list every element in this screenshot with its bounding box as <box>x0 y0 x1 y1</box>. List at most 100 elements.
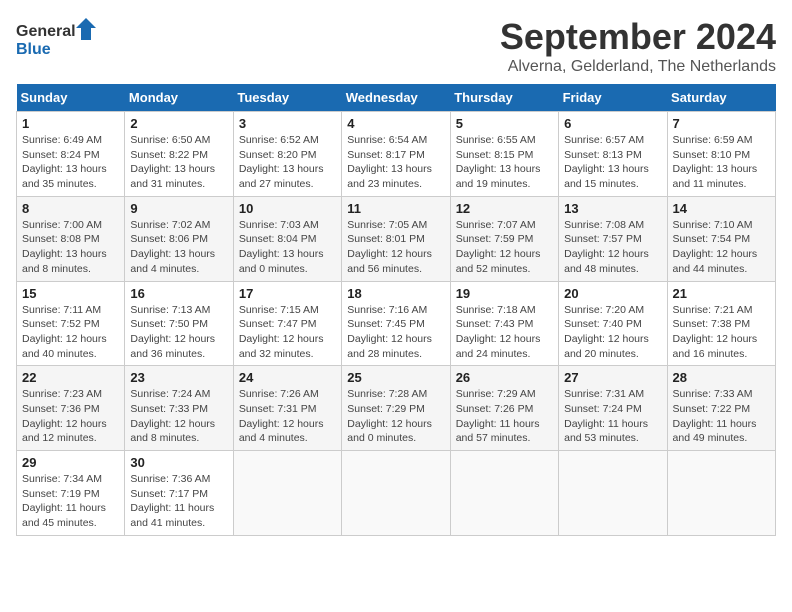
day-info: Sunrise: 7:20 AMSunset: 7:40 PMDaylight:… <box>564 303 661 362</box>
week-row-4: 22 Sunrise: 7:23 AMSunset: 7:36 PMDaylig… <box>17 366 776 451</box>
cell-sep13: 13 Sunrise: 7:08 AMSunset: 7:57 PMDaylig… <box>559 196 667 281</box>
day-number: 11 <box>347 201 444 216</box>
cell-sep28: 28 Sunrise: 7:33 AMSunset: 7:22 PMDaylig… <box>667 366 775 451</box>
day-number: 21 <box>673 286 770 301</box>
day-info: Sunrise: 6:59 AMSunset: 8:10 PMDaylight:… <box>673 133 770 192</box>
cell-sep30: 30 Sunrise: 7:36 AMSunset: 7:17 PMDaylig… <box>125 451 233 536</box>
day-info: Sunrise: 7:34 AMSunset: 7:19 PMDaylight:… <box>22 472 119 531</box>
day-info: Sunrise: 7:02 AMSunset: 8:06 PMDaylight:… <box>130 218 227 277</box>
cell-sep12: 12 Sunrise: 7:07 AMSunset: 7:59 PMDaylig… <box>450 196 558 281</box>
month-title: September 2024 <box>500 16 776 58</box>
day-number: 19 <box>456 286 553 301</box>
week-row-2: 8 Sunrise: 7:00 AMSunset: 8:08 PMDayligh… <box>17 196 776 281</box>
cell-sep1: 1 Sunrise: 6:49 AMSunset: 8:24 PMDayligh… <box>17 112 125 197</box>
day-number: 26 <box>456 370 553 385</box>
cell-sep14: 14 Sunrise: 7:10 AMSunset: 7:54 PMDaylig… <box>667 196 775 281</box>
cell-sep21: 21 Sunrise: 7:21 AMSunset: 7:38 PMDaylig… <box>667 281 775 366</box>
cell-sep22: 22 Sunrise: 7:23 AMSunset: 7:36 PMDaylig… <box>17 366 125 451</box>
day-number: 13 <box>564 201 661 216</box>
day-info: Sunrise: 7:10 AMSunset: 7:54 PMDaylight:… <box>673 218 770 277</box>
day-info: Sunrise: 7:07 AMSunset: 7:59 PMDaylight:… <box>456 218 553 277</box>
day-info: Sunrise: 7:31 AMSunset: 7:24 PMDaylight:… <box>564 387 661 446</box>
cell-sep8: 8 Sunrise: 7:00 AMSunset: 8:08 PMDayligh… <box>17 196 125 281</box>
header-wednesday: Wednesday <box>342 84 450 112</box>
cell-sep26: 26 Sunrise: 7:29 AMSunset: 7:26 PMDaylig… <box>450 366 558 451</box>
day-number: 4 <box>347 116 444 131</box>
day-number: 1 <box>22 116 119 131</box>
day-info: Sunrise: 6:57 AMSunset: 8:13 PMDaylight:… <box>564 133 661 192</box>
location-subtitle: Alverna, Gelderland, The Netherlands <box>500 58 776 76</box>
cell-sep20: 20 Sunrise: 7:20 AMSunset: 7:40 PMDaylig… <box>559 281 667 366</box>
empty-cell <box>450 451 558 536</box>
day-info: Sunrise: 7:18 AMSunset: 7:43 PMDaylight:… <box>456 303 553 362</box>
day-number: 28 <box>673 370 770 385</box>
calendar-table: Sunday Monday Tuesday Wednesday Thursday… <box>16 84 776 536</box>
day-info: Sunrise: 7:13 AMSunset: 7:50 PMDaylight:… <box>130 303 227 362</box>
day-info: Sunrise: 7:33 AMSunset: 7:22 PMDaylight:… <box>673 387 770 446</box>
day-info: Sunrise: 7:05 AMSunset: 8:01 PMDaylight:… <box>347 218 444 277</box>
cell-sep4: 4 Sunrise: 6:54 AMSunset: 8:17 PMDayligh… <box>342 112 450 197</box>
header-thursday: Thursday <box>450 84 558 112</box>
day-info: Sunrise: 7:29 AMSunset: 7:26 PMDaylight:… <box>456 387 553 446</box>
header-tuesday: Tuesday <box>233 84 341 112</box>
cell-sep17: 17 Sunrise: 7:15 AMSunset: 7:47 PMDaylig… <box>233 281 341 366</box>
day-info: Sunrise: 7:08 AMSunset: 7:57 PMDaylight:… <box>564 218 661 277</box>
cell-sep11: 11 Sunrise: 7:05 AMSunset: 8:01 PMDaylig… <box>342 196 450 281</box>
cell-sep29: 29 Sunrise: 7:34 AMSunset: 7:19 PMDaylig… <box>17 451 125 536</box>
day-info: Sunrise: 6:50 AMSunset: 8:22 PMDaylight:… <box>130 133 227 192</box>
day-info: Sunrise: 6:54 AMSunset: 8:17 PMDaylight:… <box>347 133 444 192</box>
day-number: 16 <box>130 286 227 301</box>
day-number: 10 <box>239 201 336 216</box>
weekday-header-row: Sunday Monday Tuesday Wednesday Thursday… <box>17 84 776 112</box>
day-number: 14 <box>673 201 770 216</box>
day-info: Sunrise: 6:49 AMSunset: 8:24 PMDaylight:… <box>22 133 119 192</box>
cell-sep18: 18 Sunrise: 7:16 AMSunset: 7:45 PMDaylig… <box>342 281 450 366</box>
day-number: 25 <box>347 370 444 385</box>
day-number: 27 <box>564 370 661 385</box>
day-info: Sunrise: 7:36 AMSunset: 7:17 PMDaylight:… <box>130 472 227 531</box>
day-info: Sunrise: 7:00 AMSunset: 8:08 PMDaylight:… <box>22 218 119 277</box>
day-number: 7 <box>673 116 770 131</box>
day-info: Sunrise: 6:55 AMSunset: 8:15 PMDaylight:… <box>456 133 553 192</box>
cell-sep5: 5 Sunrise: 6:55 AMSunset: 8:15 PMDayligh… <box>450 112 558 197</box>
day-info: Sunrise: 7:23 AMSunset: 7:36 PMDaylight:… <box>22 387 119 446</box>
cell-sep10: 10 Sunrise: 7:03 AMSunset: 8:04 PMDaylig… <box>233 196 341 281</box>
day-number: 24 <box>239 370 336 385</box>
empty-cell <box>233 451 341 536</box>
day-number: 8 <box>22 201 119 216</box>
week-row-3: 15 Sunrise: 7:11 AMSunset: 7:52 PMDaylig… <box>17 281 776 366</box>
header-saturday: Saturday <box>667 84 775 112</box>
day-info: Sunrise: 7:03 AMSunset: 8:04 PMDaylight:… <box>239 218 336 277</box>
day-number: 3 <box>239 116 336 131</box>
cell-sep6: 6 Sunrise: 6:57 AMSunset: 8:13 PMDayligh… <box>559 112 667 197</box>
cell-sep2: 2 Sunrise: 6:50 AMSunset: 8:22 PMDayligh… <box>125 112 233 197</box>
header-sunday: Sunday <box>17 84 125 112</box>
cell-sep24: 24 Sunrise: 7:26 AMSunset: 7:31 PMDaylig… <box>233 366 341 451</box>
day-info: Sunrise: 7:16 AMSunset: 7:45 PMDaylight:… <box>347 303 444 362</box>
day-number: 29 <box>22 455 119 470</box>
day-number: 12 <box>456 201 553 216</box>
day-number: 20 <box>564 286 661 301</box>
empty-cell <box>342 451 450 536</box>
day-info: Sunrise: 7:24 AMSunset: 7:33 PMDaylight:… <box>130 387 227 446</box>
day-number: 18 <box>347 286 444 301</box>
day-info: Sunrise: 7:28 AMSunset: 7:29 PMDaylight:… <box>347 387 444 446</box>
cell-sep23: 23 Sunrise: 7:24 AMSunset: 7:33 PMDaylig… <box>125 366 233 451</box>
title-block: September 2024 Alverna, Gelderland, The … <box>500 16 776 76</box>
cell-sep7: 7 Sunrise: 6:59 AMSunset: 8:10 PMDayligh… <box>667 112 775 197</box>
cell-sep3: 3 Sunrise: 6:52 AMSunset: 8:20 PMDayligh… <box>233 112 341 197</box>
day-info: Sunrise: 7:26 AMSunset: 7:31 PMDaylight:… <box>239 387 336 446</box>
day-info: Sunrise: 7:11 AMSunset: 7:52 PMDaylight:… <box>22 303 119 362</box>
cell-sep25: 25 Sunrise: 7:28 AMSunset: 7:29 PMDaylig… <box>342 366 450 451</box>
cell-sep19: 19 Sunrise: 7:18 AMSunset: 7:43 PMDaylig… <box>450 281 558 366</box>
cell-sep27: 27 Sunrise: 7:31 AMSunset: 7:24 PMDaylig… <box>559 366 667 451</box>
day-number: 9 <box>130 201 227 216</box>
week-row-1: 1 Sunrise: 6:49 AMSunset: 8:24 PMDayligh… <box>17 112 776 197</box>
day-number: 23 <box>130 370 227 385</box>
empty-cell <box>559 451 667 536</box>
svg-text:General: General <box>16 23 76 40</box>
cell-sep15: 15 Sunrise: 7:11 AMSunset: 7:52 PMDaylig… <box>17 281 125 366</box>
cell-sep16: 16 Sunrise: 7:13 AMSunset: 7:50 PMDaylig… <box>125 281 233 366</box>
week-row-5: 29 Sunrise: 7:34 AMSunset: 7:19 PMDaylig… <box>17 451 776 536</box>
header-friday: Friday <box>559 84 667 112</box>
